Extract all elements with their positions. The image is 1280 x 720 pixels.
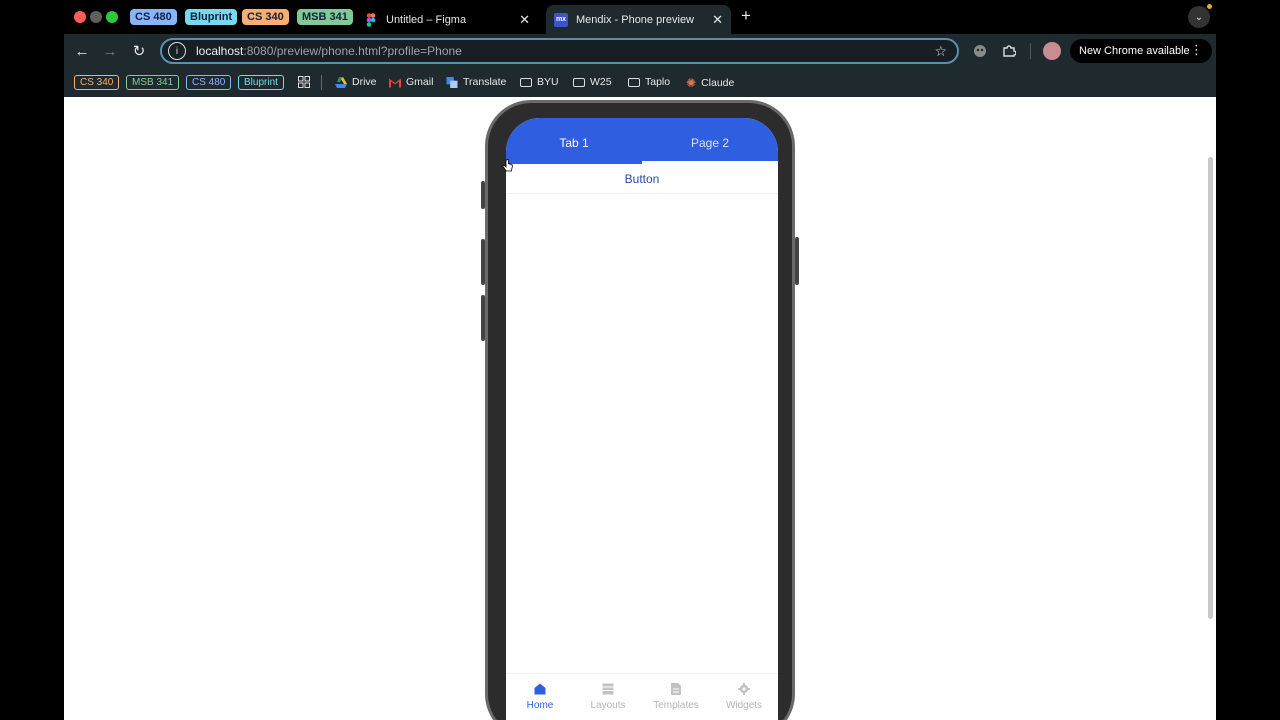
templates-icon xyxy=(670,683,682,695)
close-icon[interactable]: ✕ xyxy=(712,12,723,28)
tab-figma[interactable]: Untitled – Figma ✕ xyxy=(356,5,538,34)
button-label: Button xyxy=(624,171,660,186)
nav-label: Templates xyxy=(653,700,699,711)
phone-volume-up xyxy=(481,239,485,285)
reload-button[interactable]: ↻ xyxy=(129,41,149,61)
bookmark-folder-taplo[interactable]: Taplo xyxy=(628,76,670,88)
bookmark-group-cs340[interactable]: CS 340 xyxy=(74,75,120,90)
nav-templates[interactable]: Templates xyxy=(642,674,710,720)
new-tab-button[interactable]: + xyxy=(741,6,751,26)
nav-home[interactable]: Home xyxy=(506,674,574,720)
chevron-down-icon: ⌄ xyxy=(1194,11,1204,23)
home-icon xyxy=(534,683,546,695)
figma-icon xyxy=(364,12,378,27)
minimize-window-button[interactable] xyxy=(90,11,102,23)
bookmark-label: Translate xyxy=(463,76,507,88)
nav-label: Widgets xyxy=(725,700,763,711)
tab-mendix-preview[interactable]: mx Mendix - Phone preview ✕ xyxy=(546,5,731,34)
tab-page-2[interactable]: Page 2 xyxy=(642,118,778,164)
bookmark-gmail[interactable]: Gmail xyxy=(389,76,433,88)
mendix-icon: mx xyxy=(554,12,568,27)
forward-button[interactable]: → xyxy=(100,41,120,61)
folder-icon xyxy=(520,77,532,87)
tab-group-cs480[interactable]: CS 480 xyxy=(130,9,177,25)
widgets-icon xyxy=(738,683,750,695)
folder-icon xyxy=(573,77,585,87)
address-bar[interactable]: i localhost:8080/preview/phone.html?prof… xyxy=(160,38,959,64)
arrow-right-icon: → xyxy=(102,42,118,60)
phone-bottom-nav: Home Layouts Templates Widgets xyxy=(506,673,778,720)
url-host: localhost xyxy=(196,44,244,58)
bookmark-label: W25 xyxy=(590,76,612,88)
google-drive-icon xyxy=(335,76,347,88)
chrome-update-button[interactable]: New Chrome available ⋮ xyxy=(1070,39,1212,63)
tab-title: Untitled – Figma xyxy=(386,13,467,26)
tab-group-msb341[interactable]: MSB 341 xyxy=(297,9,353,25)
close-icon[interactable]: ✕ xyxy=(519,12,530,28)
bookmark-folder-w25[interactable]: W25 xyxy=(573,76,612,88)
phone-tab-bar: Tab 1 Page 2 xyxy=(506,118,778,164)
bookmark-label: Gmail xyxy=(406,76,434,88)
tab-tab-1[interactable]: Tab 1 xyxy=(506,118,642,164)
bookmarks-bar: CS 340 MSB 341 CS 480 Bluprint Drive Gma… xyxy=(64,68,1216,97)
bookmark-group-cs480[interactable]: CS 480 xyxy=(186,75,232,90)
bookmark-drive[interactable]: Drive xyxy=(335,76,377,88)
extension-icon[interactable] xyxy=(971,42,989,60)
gmail-icon xyxy=(389,78,401,87)
bookmark-star-icon[interactable]: ☆ xyxy=(934,43,947,60)
tab-title: Mendix - Phone preview xyxy=(576,13,695,26)
bookmark-claude[interactable]: ✺ Claude xyxy=(686,76,734,90)
tab-strip: CS 480 Bluprint CS 340 MSB 341 Untitled … xyxy=(64,0,1216,34)
folder-icon xyxy=(628,77,640,87)
apps-grid-icon xyxy=(298,76,310,88)
browser-toolbar: ← → ↻ i localhost:8080/preview/phone.htm… xyxy=(64,34,1216,68)
tab-label: Tab 1 xyxy=(559,136,589,150)
bookmark-folder-byu[interactable]: BYU xyxy=(520,76,559,88)
phone-power-button xyxy=(795,237,799,285)
maximize-window-button[interactable] xyxy=(106,11,118,23)
layouts-icon xyxy=(602,683,614,695)
claude-icon: ✺ xyxy=(686,76,697,90)
puzzle-icon[interactable] xyxy=(1000,42,1018,60)
bookmark-group-bluprint[interactable]: Bluprint xyxy=(238,75,284,90)
tab-group-cs340[interactable]: CS 340 xyxy=(242,9,289,25)
site-info-icon[interactable]: i xyxy=(168,42,186,60)
page-scrollbar[interactable] xyxy=(1208,157,1213,619)
phone-frame: Tab 1 Page 2 Button Home Layouts Templat… xyxy=(481,100,799,720)
phone-screen: Tab 1 Page 2 Button Home Layouts Templat… xyxy=(506,118,778,720)
translate-icon xyxy=(446,76,458,88)
arrow-left-icon: ← xyxy=(74,42,90,60)
bookmark-label: BYU xyxy=(537,76,559,88)
bookmark-label: Claude xyxy=(701,77,735,89)
content-button[interactable]: Button xyxy=(506,164,778,194)
apps-grid-button[interactable] xyxy=(298,76,310,88)
toolbar-divider xyxy=(1030,43,1031,59)
phone-volume-down xyxy=(481,295,485,341)
window-controls xyxy=(74,11,118,23)
bookmark-label: Taplo xyxy=(645,76,671,88)
bookmark-group-msb341[interactable]: MSB 341 xyxy=(126,75,180,90)
close-window-button[interactable] xyxy=(74,11,86,23)
update-label: New Chrome available xyxy=(1079,45,1190,57)
bookmark-translate[interactable]: Translate xyxy=(446,76,506,88)
hand-cursor-icon xyxy=(502,159,513,172)
url-path: :8080/preview/phone.html?profile=Phone xyxy=(243,44,462,58)
nav-widgets[interactable]: Widgets xyxy=(710,674,778,720)
phone-mute-switch xyxy=(481,181,485,209)
url-text[interactable]: localhost:8080/preview/phone.html?profil… xyxy=(196,44,462,58)
page-viewport: Tab 1 Page 2 Button Home Layouts Templat… xyxy=(64,97,1216,720)
nav-label: Layouts xyxy=(590,700,626,711)
more-menu-icon[interactable]: ⋮ xyxy=(1190,42,1203,58)
tab-search-button[interactable]: ⌄ xyxy=(1188,6,1210,28)
notification-dot xyxy=(1207,4,1212,9)
bookmark-label: Drive xyxy=(352,76,377,88)
tab-group-bluprint[interactable]: Bluprint xyxy=(185,9,238,25)
nav-label: Home xyxy=(526,700,554,711)
nav-layouts[interactable]: Layouts xyxy=(574,674,642,720)
back-button[interactable]: ← xyxy=(72,41,92,61)
profile-avatar[interactable] xyxy=(1043,42,1061,60)
tab-label: Page 2 xyxy=(690,136,730,150)
reload-icon: ↻ xyxy=(132,43,146,60)
bookmarks-divider xyxy=(321,75,322,90)
